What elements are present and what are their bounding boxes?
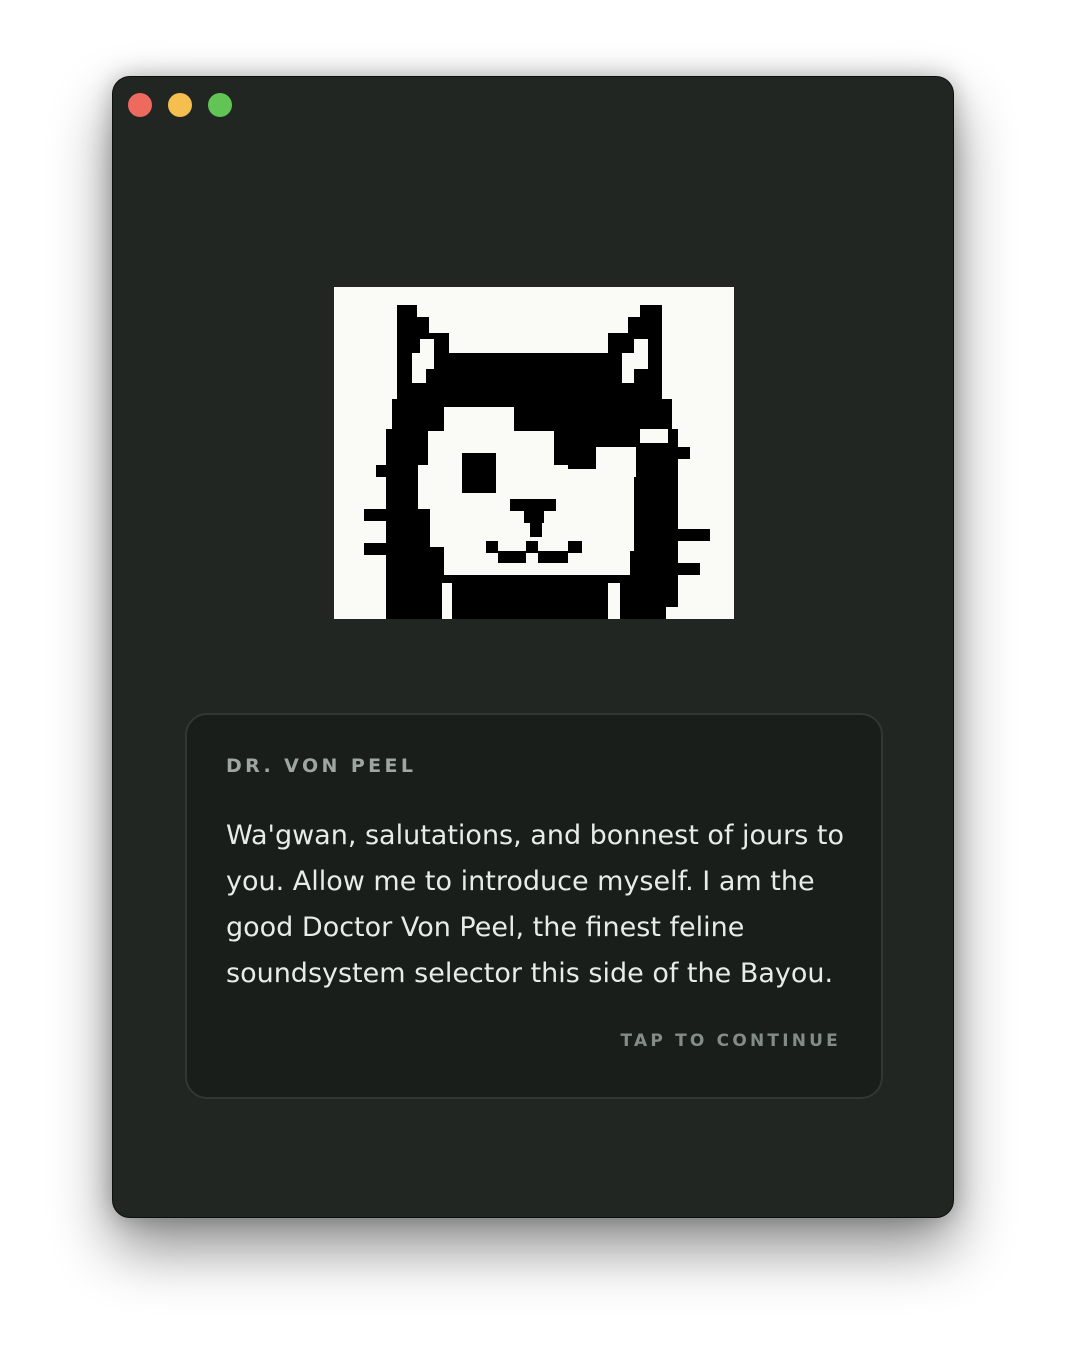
dialog-text: Wa'gwan, salutations, and bonnest of jou… bbox=[226, 820, 844, 989]
app-window: DR. VON PEEL Wa'gwan, salutations, and b… bbox=[112, 76, 954, 1218]
minimize-button[interactable] bbox=[168, 93, 192, 117]
pixel-cat-icon bbox=[364, 305, 710, 619]
zoom-button[interactable] bbox=[208, 93, 232, 117]
cat-portrait-image bbox=[334, 287, 734, 619]
dialog-box[interactable]: DR. VON PEEL Wa'gwan, salutations, and b… bbox=[185, 713, 883, 1099]
close-button[interactable] bbox=[128, 93, 152, 117]
speaker-name: DR. VON PEEL bbox=[226, 755, 417, 777]
tap-to-continue-button[interactable]: TAP TO CONTINUE bbox=[621, 1031, 842, 1051]
window-controls bbox=[128, 93, 232, 117]
